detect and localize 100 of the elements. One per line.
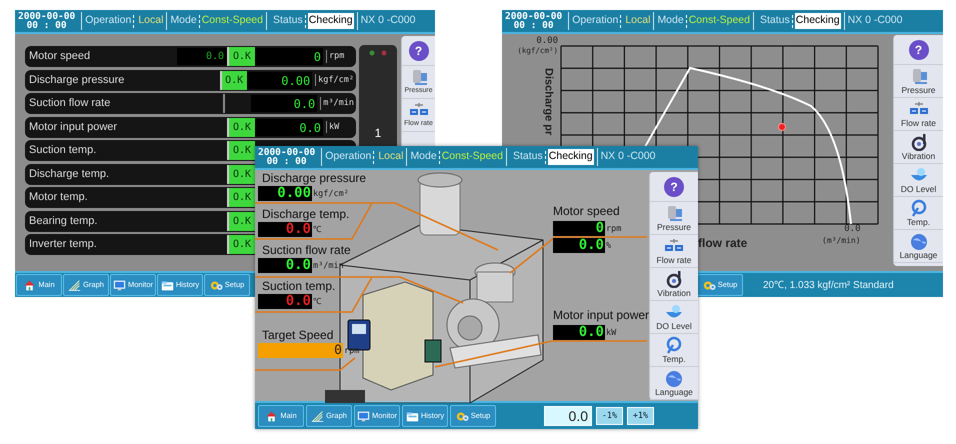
value-display: 0.0: [258, 294, 312, 309]
indicator-lights-icon: [368, 50, 388, 56]
axis-title: Discharge pr: [542, 68, 556, 136]
sidebar-button[interactable]: DO Level: [894, 164, 943, 197]
row-label: Discharge temp.: [29, 166, 110, 182]
sidebar-button[interactable]: Vibration: [894, 131, 943, 164]
folder-icon: [406, 410, 419, 422]
sidebar-button[interactable]: Flow rate: [894, 98, 943, 131]
reading-label: Motor speed: [553, 204, 621, 219]
error-code: NX 0 -C000: [600, 149, 656, 164]
value-display: 0.0: [258, 258, 312, 273]
monitor-icon: [112, 278, 126, 292]
time-text: 00 : 00: [266, 157, 307, 166]
axis-title: flow rate: [698, 235, 748, 252]
reading-value: 0.0: [177, 48, 227, 65]
unit-label: %: [606, 240, 612, 253]
chart-icon: [68, 278, 82, 292]
unit-label: kW: [326, 120, 340, 134]
sidebar-button[interactable]: Pressure: [894, 65, 943, 98]
value-display: 0.0: [553, 238, 605, 253]
error-code: NX 0 -C000: [848, 13, 902, 28]
value-display: 0: [255, 48, 323, 65]
sidebar-button[interactable]: Temp.: [894, 197, 943, 230]
globe-icon: [664, 369, 684, 387]
value-display: 0.00: [246, 72, 312, 88]
error-code: NX 0 -C000: [360, 13, 416, 28]
help-button[interactable]: ?: [650, 172, 698, 202]
row-label: Motor speed: [29, 49, 92, 64]
unit-label: kgf/cm²: [313, 188, 349, 201]
alarm-count: 1: [374, 125, 382, 142]
operation-value: Local: [625, 13, 650, 28]
unit-label: ℃: [313, 296, 321, 309]
reading-label: Motor input power: [553, 308, 650, 323]
value-display: 0: [553, 221, 605, 236]
unit-label: rpm: [606, 223, 622, 236]
status-label: Status: [513, 149, 543, 164]
date-text: 2000-00-00: [258, 148, 316, 157]
row-label: Suction flow rate: [29, 96, 112, 112]
ok-indicator: O.K: [227, 118, 255, 136]
row-label: Inverter temp.: [29, 237, 98, 252]
operation-label: Operation: [85, 13, 132, 28]
monitor-icon: [356, 410, 370, 422]
adjust-value-field[interactable]: 0.0: [544, 406, 592, 426]
reference-condition: 20℃, 1.033 kgf/cm² Standard: [763, 278, 894, 292]
ok-indicator: O.K: [227, 212, 255, 230]
thermometer-ring-icon: [664, 336, 684, 354]
help-button[interactable]: ?: [402, 36, 435, 66]
gears-icon: [210, 278, 223, 292]
mode-label: Mode: [657, 13, 684, 28]
sidebar-button[interactable]: Language: [894, 230, 943, 263]
status-value: Checking: [794, 13, 841, 29]
sidebar-button[interactable]: Pressure: [650, 202, 698, 235]
step-button[interactable]: -1%: [596, 407, 623, 425]
globe-icon: [908, 232, 928, 250]
operation-value: Local: [378, 149, 404, 164]
unit-label: kW: [606, 327, 616, 340]
target-speed-field[interactable]: 0: [258, 343, 343, 358]
value-display: 0.0: [250, 95, 318, 112]
sidebar-button[interactable]: Temp.: [650, 334, 698, 367]
time-text: 00 : 00: [514, 21, 554, 30]
date-text: 2000-00-00: [505, 12, 562, 21]
ok-indicator: O.K: [227, 188, 255, 207]
row-label: Suction temp.: [29, 143, 98, 158]
gears-icon: [702, 278, 716, 292]
reading-label: Discharge pressure: [261, 171, 366, 186]
ok-indicator: O.K: [227, 47, 255, 66]
unit-label: rpm: [326, 50, 344, 63]
sidebar-button[interactable]: Language: [650, 367, 698, 400]
mode-value: Const-Speed: [202, 13, 263, 28]
operation-value: Local: [138, 13, 164, 28]
value-display: 0.00: [258, 186, 312, 201]
operation-label: Operation: [325, 149, 372, 164]
status-value: Checking: [308, 13, 354, 29]
status-value: Checking: [548, 149, 594, 165]
date-text: 2000-00-00: [18, 12, 76, 21]
mode-value: Const-Speed: [442, 149, 503, 164]
help-button[interactable]: ?: [894, 35, 943, 65]
axis-value: 0.00: [536, 37, 558, 46]
row-label: Motor temp.: [29, 190, 89, 206]
sidebar-button[interactable]: Vibration: [650, 268, 698, 301]
step-button[interactable]: +1%: [627, 407, 654, 425]
row-label: Bearing temp.: [29, 214, 98, 229]
sidebar-button[interactable]: DO Level: [650, 301, 698, 334]
reading-label: Suction flow rate: [261, 243, 352, 258]
value-display: 0.0: [255, 118, 323, 136]
reading-label: Suction temp.: [261, 279, 336, 294]
reading-label: Discharge temp.: [261, 207, 350, 222]
axis-value: 0.0: [844, 224, 861, 235]
operating-point-marker: [778, 123, 786, 131]
gears-icon: [456, 410, 469, 422]
row-label: Motor input power: [29, 120, 118, 135]
row-label: Discharge pressure: [29, 72, 126, 88]
chart-icon: [311, 410, 324, 422]
status-label: Status: [273, 13, 303, 28]
sidebar-button[interactable]: Flow rate: [650, 235, 698, 268]
status-label: Status: [760, 13, 790, 28]
time-text: 00 : 00: [26, 21, 67, 30]
unit-label: m³/min: [320, 97, 354, 110]
ok-indicator: O.K: [227, 164, 255, 184]
axis-unit: (m³/min): [822, 235, 861, 246]
